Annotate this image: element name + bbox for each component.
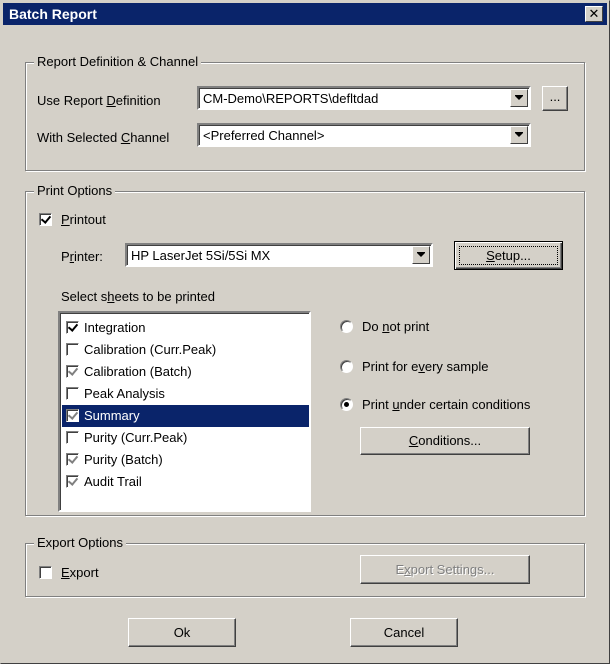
- report-definition-dropdown-button[interactable]: [510, 89, 528, 107]
- list-item[interactable]: Summary: [62, 405, 309, 427]
- sheet-checkbox[interactable]: [66, 453, 79, 466]
- dialog-title: Batch Report: [9, 6, 97, 22]
- export-checkbox[interactable]: [39, 566, 52, 579]
- list-item[interactable]: Audit Trail: [62, 471, 309, 493]
- sheet-checkbox[interactable]: [66, 409, 79, 422]
- radio-every-sample-label[interactable]: Print for every sample: [362, 359, 488, 375]
- radio-certain-conditions[interactable]: [340, 398, 353, 411]
- cancel-button[interactable]: Cancel: [350, 618, 458, 647]
- sheet-checkbox[interactable]: [66, 475, 79, 488]
- radio-certain-conditions-label[interactable]: Print under certain conditions: [362, 397, 530, 413]
- sheet-checkbox[interactable]: [66, 321, 79, 334]
- list-item[interactable]: Integration: [62, 317, 309, 339]
- radio-do-not-print[interactable]: [340, 320, 353, 333]
- selected-channel-combo[interactable]: <Preferred Channel>: [197, 123, 531, 147]
- setup-button[interactable]: Setup...: [454, 241, 563, 270]
- report-definition-label: Use Report Definition: [37, 93, 161, 108]
- printout-label[interactable]: Printout: [61, 212, 106, 228]
- list-item[interactable]: Purity (Curr.Peak): [62, 427, 309, 449]
- selected-channel-value: <Preferred Channel>: [203, 128, 325, 143]
- close-icon: ✕: [588, 6, 600, 21]
- select-sheets-label: Select sheets to be printed: [61, 289, 215, 304]
- report-definition-combo[interactable]: CM-Demo\REPORTS\defltdad: [197, 86, 531, 110]
- printer-label: Printer:: [61, 249, 103, 264]
- ok-button[interactable]: Ok: [128, 618, 236, 647]
- printer-combo[interactable]: HP LaserJet 5Si/5Si MX: [125, 243, 433, 267]
- selected-channel-dropdown-button[interactable]: [510, 126, 528, 144]
- printout-checkbox[interactable]: [39, 213, 52, 226]
- radio-every-sample[interactable]: [340, 360, 353, 373]
- printer-value: HP LaserJet 5Si/5Si MX: [131, 248, 271, 263]
- sheets-listbox[interactable]: Integration Calibration (Curr.Peak) Cali…: [58, 311, 311, 512]
- export-options-group-title: Export Options: [34, 535, 126, 551]
- chevron-down-icon: [515, 95, 523, 100]
- sheet-checkbox[interactable]: [66, 343, 79, 356]
- sheet-checkbox[interactable]: [66, 387, 79, 400]
- close-button[interactable]: ✕: [585, 6, 603, 22]
- list-item[interactable]: Calibration (Curr.Peak): [62, 339, 309, 361]
- focus-rectangle: [459, 246, 558, 265]
- printer-dropdown-button[interactable]: [412, 246, 430, 264]
- selected-channel-label: With Selected Channel: [37, 130, 170, 145]
- export-settings-button[interactable]: Export Settings...: [360, 555, 530, 584]
- browse-button[interactable]: ...: [542, 86, 568, 111]
- list-item[interactable]: Purity (Batch): [62, 449, 309, 471]
- print-options-group-title: Print Options: [34, 183, 116, 199]
- batch-report-dialog: Batch Report ✕ Report Definition & Chann…: [0, 0, 610, 664]
- list-item[interactable]: Peak Analysis: [62, 383, 309, 405]
- report-definition-group: Report Definition & Channel: [25, 54, 585, 171]
- chevron-down-icon: [417, 252, 425, 257]
- chevron-down-icon: [515, 132, 523, 137]
- report-definition-value: CM-Demo\REPORTS\defltdad: [203, 91, 379, 106]
- report-definition-group-title: Report Definition & Channel: [34, 54, 202, 70]
- sheet-checkbox[interactable]: [66, 431, 79, 444]
- radio-do-not-print-label[interactable]: Do not print: [362, 319, 429, 335]
- sheet-checkbox[interactable]: [66, 365, 79, 378]
- export-label[interactable]: Export: [61, 565, 99, 581]
- title-bar[interactable]: Batch Report ✕: [3, 3, 607, 25]
- conditions-button[interactable]: Conditions...: [360, 427, 530, 455]
- list-item[interactable]: Calibration (Batch): [62, 361, 309, 383]
